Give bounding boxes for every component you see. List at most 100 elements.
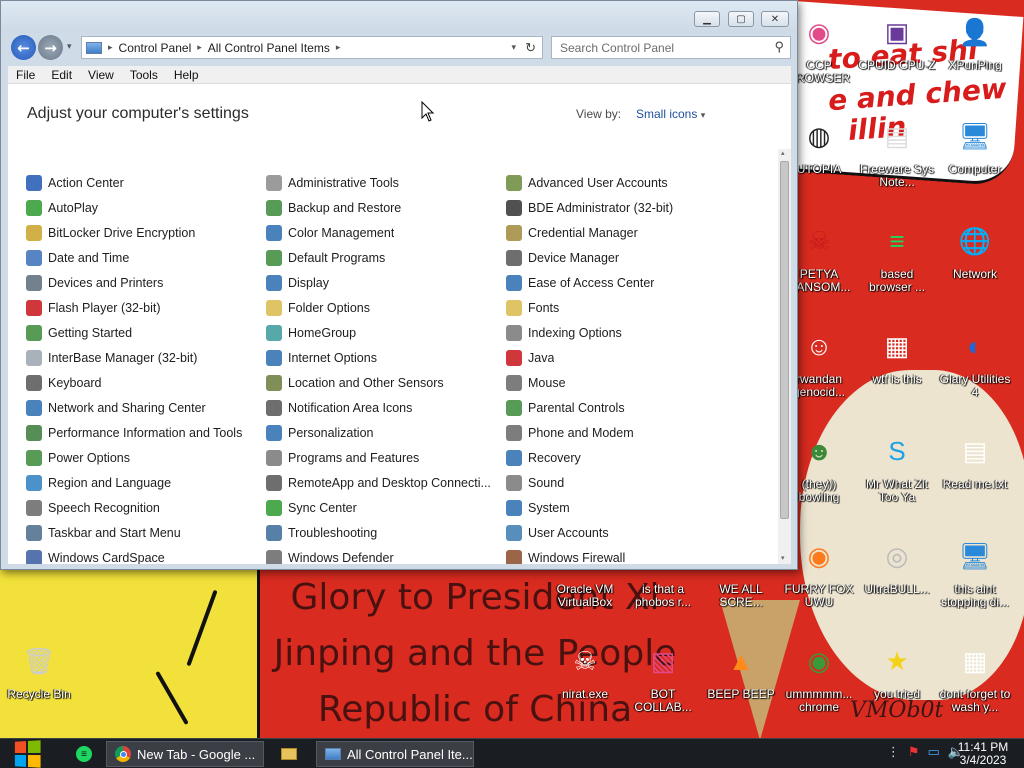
control-panel-item[interactable]: Advanced User Accounts <box>506 170 746 195</box>
network-tray-icon[interactable]: ▭ <box>928 745 940 760</box>
forward-button[interactable]: → <box>38 35 63 60</box>
control-panel-item[interactable]: Windows Defender <box>266 545 506 564</box>
address-bar[interactable]: ▸ Control Panel ▸ All Control Panel Item… <box>81 36 543 59</box>
tray-overflow-icon[interactable]: ⋮ <box>887 745 900 760</box>
control-panel-item[interactable]: Recovery <box>506 445 746 470</box>
control-panel-window[interactable]: ▁ ▢ ✕ ← → ▾ ▸ Control Panel ▸ All Contro… <box>0 0 798 570</box>
start-button[interactable] <box>8 739 46 768</box>
control-panel-item[interactable]: HomeGroup <box>266 320 506 345</box>
vertical-scrollbar[interactable]: ▴ ▾ <box>778 149 791 564</box>
control-panel-item[interactable]: Sync Center <box>266 495 506 520</box>
control-panel-item[interactable]: BitLocker Drive Encryption <box>26 220 266 245</box>
desktop-icon[interactable]: S Mr What Zit Too Ya <box>858 427 936 504</box>
taskbar-chrome-button[interactable]: New Tab - Google ... <box>106 741 264 767</box>
desktop-icon[interactable]: ▲ BEEP BEEP <box>702 637 780 701</box>
control-panel-item[interactable]: Region and Language <box>26 470 266 495</box>
desktop-icon[interactable]: ▦ dont forget to wash y... <box>936 637 1014 714</box>
search-input[interactable]: Search Control Panel ⚲ <box>551 36 791 59</box>
desktop-icon[interactable]: ◉ ummmmm... chrome <box>780 637 858 714</box>
scroll-up-icon[interactable]: ▴ <box>781 149 785 157</box>
desktop-icon[interactable]: ◐ Glary Utilities 4 <box>936 322 1014 399</box>
control-panel-item[interactable]: Power Options <box>26 445 266 470</box>
control-panel-item[interactable]: Backup and Restore <box>266 195 506 220</box>
control-panel-item[interactable]: Taskbar and Start Menu <box>26 520 266 545</box>
taskbar-explorer-button[interactable] <box>276 741 302 767</box>
minimize-button[interactable]: ▁ <box>694 11 720 27</box>
view-by-dropdown[interactable]: Small icons ▾ <box>636 107 705 121</box>
breadcrumb-all-items[interactable]: All Control Panel Items <box>208 41 330 55</box>
desktop-icon[interactable]: 🖥 Computer <box>936 112 1014 176</box>
taskbar-spotify-button[interactable]: ≡ <box>70 741 98 767</box>
desktop-icon[interactable]: ▣ CPUID CPU-Z <box>858 8 936 72</box>
control-panel-item[interactable]: AutoPlay <box>26 195 266 220</box>
control-panel-item[interactable]: System <box>506 495 746 520</box>
desktop-icon[interactable]: ▤ Freeware Sys Note... <box>858 112 936 189</box>
control-panel-item[interactable]: Windows Firewall <box>506 545 746 564</box>
control-panel-item[interactable]: Internet Options <box>266 345 506 370</box>
control-panel-item[interactable]: Color Management <box>266 220 506 245</box>
breadcrumb-control-panel[interactable]: Control Panel <box>119 41 192 55</box>
control-panel-item[interactable]: Location and Other Sensors <box>266 370 506 395</box>
desktop-icon[interactable]: 🖥 this aint stopping di... <box>936 532 1014 609</box>
address-dropdown-icon[interactable]: ▾ <box>511 42 516 53</box>
menu-view[interactable]: View <box>80 68 122 82</box>
control-panel-item[interactable]: Folder Options <box>266 295 506 320</box>
control-panel-item[interactable]: Performance Information and Tools <box>26 420 266 445</box>
control-panel-item[interactable]: Display <box>266 270 506 295</box>
control-panel-item[interactable]: Indexing Options <box>506 320 746 345</box>
control-panel-item[interactable]: Network and Sharing Center <box>26 395 266 420</box>
desktop-icon[interactable]: 🌐 Network <box>936 217 1014 281</box>
title-bar[interactable]: ▁ ▢ ✕ <box>1 1 797 33</box>
control-panel-item[interactable]: Flash Player (32-bit) <box>26 295 266 320</box>
menu-tools[interactable]: Tools <box>122 68 166 82</box>
control-panel-item[interactable]: Ease of Access Center <box>506 270 746 295</box>
close-button[interactable]: ✕ <box>761 11 789 27</box>
control-panel-item[interactable]: BDE Administrator (32-bit) <box>506 195 746 220</box>
control-panel-item[interactable]: Default Programs <box>266 245 506 270</box>
desktop-icon[interactable]: ▧ BOT COLLAB... <box>624 637 702 714</box>
control-panel-item[interactable]: Administrative Tools <box>266 170 506 195</box>
desktop-icon[interactable]: ▤ Read me.txt <box>936 427 1014 491</box>
control-panel-item[interactable]: Personalization <box>266 420 506 445</box>
desktop-icon[interactable]: ▦ wtf is this <box>858 322 936 386</box>
control-panel-item[interactable]: RemoteApp and Desktop Connecti... <box>266 470 506 495</box>
menu-edit[interactable]: Edit <box>43 68 80 82</box>
control-panel-item[interactable]: Speech Recognition <box>26 495 266 520</box>
control-panel-item[interactable]: Windows CardSpace <box>26 545 266 564</box>
desktop-icon[interactable]: 🗑 Recycle Bin <box>0 637 78 701</box>
control-panel-item[interactable]: Date and Time <box>26 245 266 270</box>
taskbar-control-panel-button[interactable]: All Control Panel Ite... <box>316 741 474 767</box>
refresh-icon[interactable]: ↻ <box>525 40 536 56</box>
control-panel-item[interactable]: User Accounts <box>506 520 746 545</box>
maximize-button[interactable]: ▢ <box>728 11 754 27</box>
desktop-icon[interactable]: 👤 XPunPing <box>936 8 1014 72</box>
control-panel-item[interactable]: Programs and Features <box>266 445 506 470</box>
action-center-flag-icon[interactable]: ⚑ <box>908 745 920 760</box>
control-panel-item[interactable]: Fonts <box>506 295 746 320</box>
scroll-down-icon[interactable]: ▾ <box>781 554 785 562</box>
scrollbar-thumb[interactable] <box>780 161 789 519</box>
control-panel-item[interactable]: Action Center <box>26 170 266 195</box>
control-panel-item[interactable]: Notification Area Icons <box>266 395 506 420</box>
control-panel-item[interactable]: Troubleshooting <box>266 520 506 545</box>
menu-file[interactable]: File <box>8 68 43 82</box>
control-panel-item[interactable]: Mouse <box>506 370 746 395</box>
control-panel-item[interactable]: Device Manager <box>506 245 746 270</box>
menu-help[interactable]: Help <box>166 68 207 82</box>
control-panel-item[interactable]: Devices and Printers <box>26 270 266 295</box>
control-panel-item[interactable]: InterBase Manager (32-bit) <box>26 345 266 370</box>
control-panel-item[interactable]: Credential Manager <box>506 220 746 245</box>
desktop-icon[interactable]: ★ you tried <box>858 637 936 701</box>
clock[interactable]: 11:41 PM 3/4/2023 <box>948 741 1018 767</box>
control-panel-item[interactable]: Sound <box>506 470 746 495</box>
desktop-icon[interactable]: ◎ UltraBULL... <box>858 532 936 596</box>
control-panel-item[interactable]: Java <box>506 345 746 370</box>
control-panel-item[interactable]: Parental Controls <box>506 395 746 420</box>
desktop-icon[interactable]: ≡ based browser ... <box>858 217 936 294</box>
control-panel-item[interactable]: Getting Started <box>26 320 266 345</box>
recent-pages-dropdown-icon[interactable]: ▾ <box>67 42 72 52</box>
control-panel-item[interactable]: Keyboard <box>26 370 266 395</box>
search-icon[interactable]: ⚲ <box>774 39 784 55</box>
back-button[interactable]: ← <box>11 35 36 60</box>
desktop-icon[interactable]: ☠ nirat.exe <box>546 637 624 701</box>
